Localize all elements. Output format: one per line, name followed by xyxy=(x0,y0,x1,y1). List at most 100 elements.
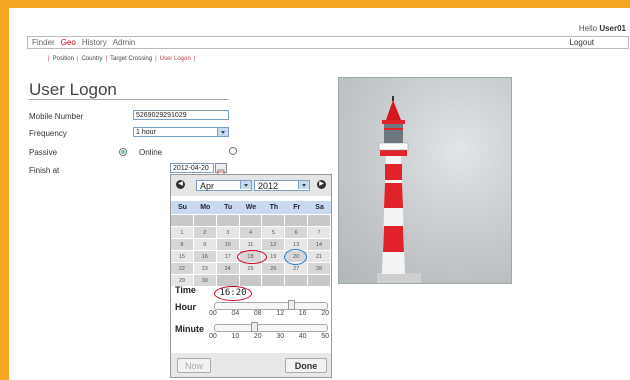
month-select[interactable]: Apr xyxy=(196,180,252,191)
subnav-position[interactable]: Position xyxy=(53,56,74,62)
day-cell[interactable]: 28 xyxy=(308,263,331,275)
passive-label: Passive xyxy=(29,148,58,157)
subnav-country[interactable]: Country xyxy=(81,56,102,62)
day-cell[interactable]: 15 xyxy=(171,251,194,263)
hour-ticks: 00 04 08 12 16 20 xyxy=(209,310,329,317)
date-picker-popup: ◀ Apr 2012 ▶ Su Mo Tu We Th Fr Sa 123456… xyxy=(170,174,332,378)
page-frame-left xyxy=(0,0,9,380)
weekday-label: Mo xyxy=(200,204,211,211)
passive-radio[interactable] xyxy=(119,148,127,156)
weekday-label: Fr xyxy=(293,204,301,211)
done-button[interactable]: Done xyxy=(285,358,327,373)
day-cell[interactable]: 26 xyxy=(262,263,286,275)
hour-slider[interactable] xyxy=(214,300,328,310)
chevron-down-icon[interactable] xyxy=(298,181,309,189)
day-cell-empty xyxy=(216,215,240,227)
day-cell[interactable]: 7 xyxy=(308,227,331,239)
tick-label: 40 xyxy=(298,333,307,340)
day-cell-empty xyxy=(239,215,263,227)
nav-finder[interactable]: Finder xyxy=(32,38,55,47)
day-cell-empty xyxy=(285,275,309,287)
day-cell[interactable]: 14 xyxy=(308,239,331,251)
day-cell[interactable]: 8 xyxy=(171,239,194,251)
chevron-down-icon[interactable] xyxy=(217,128,228,136)
tick-label: 20 xyxy=(321,310,329,317)
finish-at-label: Finish at xyxy=(29,166,60,175)
day-cell[interactable]: 22 xyxy=(171,263,194,275)
day-cell-empty xyxy=(193,215,217,227)
weekday-label: We xyxy=(245,204,257,211)
lighthouse-photo xyxy=(338,77,512,284)
time-value: 16:20 xyxy=(214,286,252,301)
tick-label: 16 xyxy=(298,310,307,317)
day-cell-empty xyxy=(285,215,309,227)
day-cell[interactable]: 2 xyxy=(193,227,217,239)
chevron-down-icon[interactable] xyxy=(240,181,251,189)
day-cell[interactable]: 4 xyxy=(239,227,263,239)
day-cell[interactable]: 12 xyxy=(262,239,286,251)
username: User01 xyxy=(599,24,626,33)
day-cell[interactable]: 6 xyxy=(285,227,309,239)
tick-label: 12 xyxy=(276,310,285,317)
greeting: Hello User01 xyxy=(578,24,626,33)
tick-label: 20 xyxy=(253,333,262,340)
mobile-number-input[interactable]: 5269029291029 xyxy=(133,110,229,120)
arrow-right-icon[interactable]: ▶ xyxy=(317,180,326,189)
hour-slider-handle[interactable] xyxy=(288,300,295,310)
day-cell[interactable]: 25 xyxy=(239,263,263,275)
day-cell-empty xyxy=(171,215,194,227)
tick-label: 00 xyxy=(209,333,217,340)
frequency-select[interactable]: 1 hour xyxy=(133,127,229,137)
time-label: Time xyxy=(175,285,196,295)
frequency-label: Frequency xyxy=(29,129,67,138)
day-cell-empty xyxy=(262,215,286,227)
sub-nav: | Position | Country | Target Crossing |… xyxy=(48,56,196,62)
day-cell-empty xyxy=(308,275,331,287)
nav-history[interactable]: History xyxy=(82,38,107,47)
mobile-number-label: Mobile Number xyxy=(29,112,84,121)
now-button[interactable]: Now xyxy=(177,358,211,373)
subnav-target-crossing[interactable]: Target Crossing xyxy=(110,56,152,62)
minute-slider-handle[interactable] xyxy=(251,322,258,332)
subnav-user-logon[interactable]: User Logon xyxy=(160,56,191,62)
top-nav: Finder Geo History Admin Logout xyxy=(27,36,629,49)
arrow-left-icon[interactable]: ◀ xyxy=(176,180,185,189)
day-cell-empty xyxy=(308,215,331,227)
tick-label: 00 xyxy=(209,310,217,317)
day-cell-empty xyxy=(239,275,263,287)
day-cell[interactable]: 16 xyxy=(193,251,217,263)
day-cell[interactable]: 30 xyxy=(193,275,217,287)
tick-label: 08 xyxy=(253,310,262,317)
tick-label: 50 xyxy=(321,333,329,340)
calendar-icon[interactable] xyxy=(215,163,227,177)
weekday-label: Sa xyxy=(315,204,324,211)
day-cell[interactable]: 1 xyxy=(171,227,194,239)
page-frame-top xyxy=(0,0,630,8)
nav-geo[interactable]: Geo xyxy=(61,38,76,47)
day-cell[interactable]: 3 xyxy=(216,227,240,239)
weekday-header: Su Mo Tu We Th Fr Sa xyxy=(171,201,331,214)
minute-slider[interactable] xyxy=(214,322,328,332)
day-cell[interactable]: 21 xyxy=(308,251,331,263)
tick-label: 30 xyxy=(276,333,285,340)
day-cell[interactable]: 10 xyxy=(216,239,240,251)
tick-label: 04 xyxy=(231,310,240,317)
minute-ticks: 00 10 20 30 40 50 xyxy=(209,333,329,340)
online-radio[interactable] xyxy=(229,147,237,155)
day-cell-empty xyxy=(262,275,286,287)
day-cell[interactable]: 23 xyxy=(193,263,217,275)
day-cell[interactable]: 5 xyxy=(262,227,286,239)
day-cell[interactable]: 18 xyxy=(236,250,267,264)
online-label: Online xyxy=(139,148,163,157)
day-cell[interactable]: 24 xyxy=(216,263,240,275)
minute-label: Minute xyxy=(175,324,204,334)
day-cell[interactable]: 9 xyxy=(193,239,217,251)
weekday-label: Su xyxy=(177,204,187,211)
day-grid: 1 2 3 4 5 6 7 8 9 10 11 12 13 14 15 16 17 18 19 20 21 22 23 24 2… xyxy=(171,215,331,287)
day-cell[interactable]: 20 xyxy=(284,249,309,265)
finish-at-input[interactable]: 2012-04-20 xyxy=(170,163,214,173)
hour-label: Hour xyxy=(175,302,196,312)
nav-admin[interactable]: Admin xyxy=(113,38,136,47)
logout-link[interactable]: Logout xyxy=(570,38,594,47)
year-select[interactable]: 2012 xyxy=(254,180,310,191)
